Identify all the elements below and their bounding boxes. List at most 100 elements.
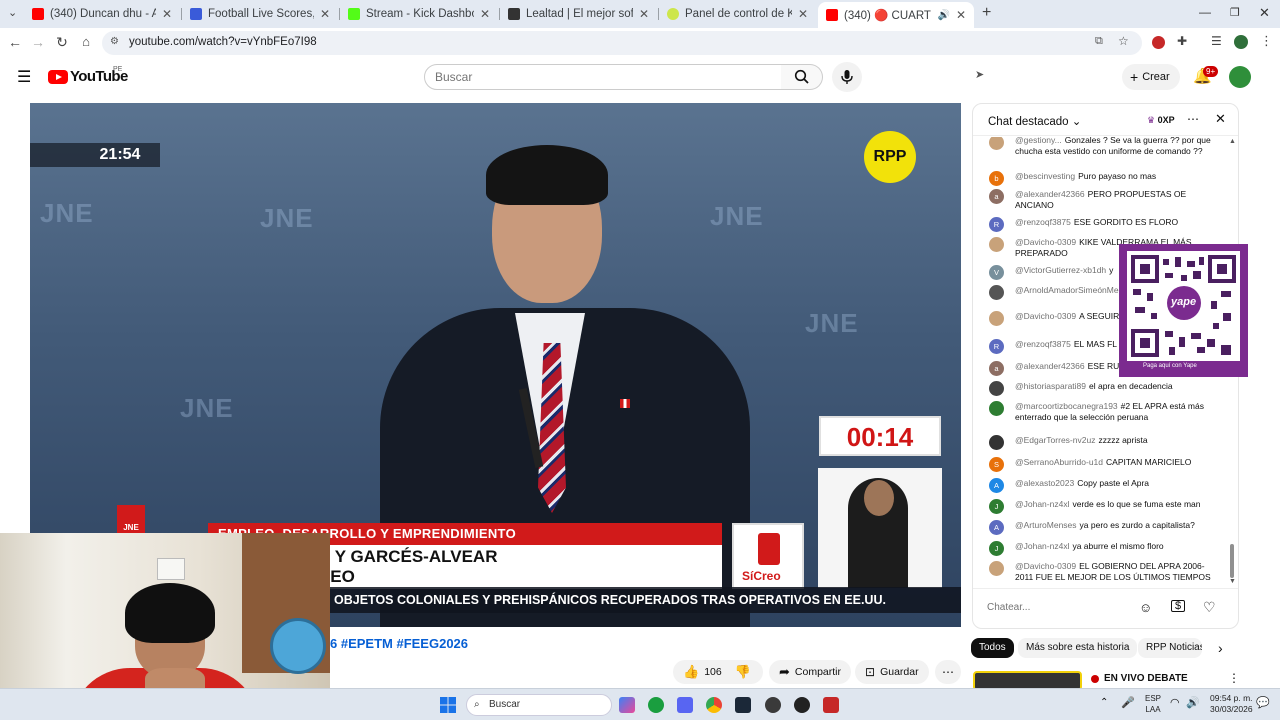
chrome-icon[interactable] bbox=[706, 697, 722, 713]
discord-icon[interactable] bbox=[677, 697, 693, 713]
chat-avatar[interactable] bbox=[989, 381, 1004, 396]
like-icon[interactable]: 👍 bbox=[683, 664, 699, 680]
browser-tab-1[interactable]: (340) Duncan dhu - A tientas (Li ✕ bbox=[24, 3, 180, 25]
chat-author[interactable]: @Johan-nz4xl bbox=[1015, 541, 1069, 551]
close-tab-icon[interactable]: ✕ bbox=[320, 7, 330, 21]
chat-author[interactable]: @renzoqf3875 bbox=[1015, 339, 1071, 349]
red-app-icon[interactable] bbox=[823, 697, 839, 713]
install-app-icon[interactable]: ⧉ bbox=[1095, 35, 1103, 48]
dislike-icon[interactable]: 👎 bbox=[735, 664, 751, 680]
forward-icon[interactable]: → bbox=[29, 34, 47, 50]
recommended-title[interactable]: EN VIVO DEBATE bbox=[1104, 673, 1188, 684]
chat-more-icon[interactable]: ⋯ bbox=[1187, 112, 1199, 126]
chat-avatar[interactable]: V bbox=[989, 265, 1004, 280]
speaker-icon[interactable]: 🔊 bbox=[937, 10, 949, 21]
hamburger-menu-icon[interactable]: ☰ bbox=[17, 67, 31, 87]
chat-avatar[interactable]: J bbox=[989, 499, 1004, 514]
close-window-icon[interactable]: ✕ bbox=[1259, 5, 1270, 21]
tray-expand-icon[interactable]: ⌃ bbox=[1100, 697, 1108, 708]
browser-menu-icon[interactable]: ⋮ bbox=[1260, 33, 1273, 49]
chat-author[interactable]: @renzoqf3875 bbox=[1015, 217, 1071, 227]
extensions-puzzle-icon[interactable]: ✚ bbox=[1177, 34, 1187, 48]
voice-search-button[interactable] bbox=[832, 62, 862, 92]
reload-icon[interactable]: ↻ bbox=[53, 34, 71, 51]
chip-rpp[interactable]: RPP Noticias bbox=[1138, 638, 1202, 658]
chat-avatar[interactable]: S bbox=[989, 457, 1004, 472]
chat-avatar[interactable] bbox=[989, 401, 1004, 416]
save-button[interactable]: ⊡ Guardar bbox=[855, 660, 929, 684]
windows-start-icon[interactable] bbox=[440, 697, 456, 713]
chat-author[interactable]: @EdgarTorres-nv2uz bbox=[1015, 435, 1095, 445]
chat-avatar[interactable] bbox=[989, 435, 1004, 450]
chat-scrollbar[interactable] bbox=[1230, 544, 1234, 578]
more-actions-button[interactable]: ⋯ bbox=[935, 660, 961, 684]
browser-tab-6-active[interactable]: (340) 🔴 CUARTO DÍA DEL 🔊 ✕ bbox=[818, 2, 974, 28]
youtube-logo-icon[interactable] bbox=[48, 70, 68, 84]
chat-author[interactable]: @historiasparati89 bbox=[1015, 381, 1086, 391]
close-tab-icon[interactable]: ✕ bbox=[798, 7, 808, 21]
volume-icon[interactable]: 🔊 bbox=[1186, 696, 1200, 709]
steam-icon[interactable] bbox=[735, 697, 751, 713]
notification-center-icon[interactable]: 💬 bbox=[1256, 696, 1270, 709]
chat-author[interactable]: @alexander42366 bbox=[1015, 189, 1085, 199]
search-button[interactable] bbox=[781, 64, 823, 90]
super-chat-icon[interactable]: $ bbox=[1171, 600, 1185, 612]
chat-author[interactable]: @Davicho-0309 bbox=[1015, 311, 1076, 321]
browser-tab-2[interactable]: Football Live Scores, Fixtures & ✕ bbox=[182, 3, 338, 25]
recommended-more-icon[interactable]: ⋮ bbox=[1228, 671, 1240, 685]
chat-avatar[interactable]: b bbox=[989, 171, 1004, 186]
close-tab-icon[interactable]: ✕ bbox=[162, 7, 172, 21]
restore-window-icon[interactable]: ❐ bbox=[1230, 6, 1240, 19]
chat-author[interactable]: @ArnoldAmadorSimeónMe bbox=[1015, 285, 1119, 295]
chat-author[interactable]: @gestiony... bbox=[1015, 137, 1062, 145]
chat-avatar[interactable] bbox=[989, 137, 1004, 150]
chat-avatar[interactable] bbox=[989, 237, 1004, 252]
browser-tab-4[interactable]: Lealtad | El mejor software para ✕ bbox=[500, 3, 657, 25]
browser-tab-5[interactable]: Panel de control de KickBot ✕ bbox=[659, 3, 816, 25]
profile-avatar-icon[interactable] bbox=[1234, 35, 1248, 49]
xbox-icon[interactable] bbox=[648, 697, 664, 713]
chat-input[interactable]: Chatear... bbox=[987, 598, 1131, 618]
address-bar[interactable]: ⚙ youtube.com/watch?v=vYnbFEo7I98 ⧉ ☆ bbox=[102, 31, 1142, 55]
chat-avatar[interactable]: a bbox=[989, 189, 1004, 204]
xp-badge[interactable]: ♛ 0XP bbox=[1147, 115, 1175, 126]
extension-red-icon[interactable] bbox=[1152, 36, 1165, 49]
emoji-icon[interactable]: ☺ bbox=[1139, 600, 1152, 615]
tab-list-chevron-icon[interactable]: ⌄ bbox=[8, 6, 17, 19]
create-button[interactable]: + Crear bbox=[1122, 64, 1180, 90]
bookmark-star-icon[interactable]: ☆ bbox=[1118, 34, 1129, 48]
account-avatar[interactable] bbox=[1229, 66, 1251, 88]
chat-mode-dropdown[interactable]: Chat destacado ⌄ bbox=[988, 114, 1081, 128]
chat-avatar[interactable] bbox=[989, 561, 1004, 576]
system-clock[interactable]: 09:54 p. m. 30/03/2026 bbox=[1210, 693, 1253, 715]
chat-avatar[interactable]: a bbox=[989, 361, 1004, 376]
scroll-down-arrow-icon[interactable]: ▼ bbox=[1229, 578, 1236, 585]
close-tab-icon[interactable]: ✕ bbox=[639, 7, 649, 21]
tray-app-icon[interactable]: 🎤 bbox=[1121, 696, 1135, 709]
home-icon[interactable]: ⌂ bbox=[77, 34, 95, 49]
close-tab-icon[interactable]: ✕ bbox=[480, 7, 490, 21]
chat-avatar[interactable]: R bbox=[989, 217, 1004, 232]
chips-next-icon[interactable]: › bbox=[1218, 640, 1223, 656]
chat-author[interactable]: @Johan-nz4xl bbox=[1015, 499, 1069, 509]
close-tab-icon[interactable]: ✕ bbox=[956, 8, 966, 22]
reading-list-icon[interactable]: ☰ bbox=[1211, 34, 1222, 48]
chat-avatar[interactable]: A bbox=[989, 520, 1004, 535]
taskbar-search[interactable]: ⌕ Buscar bbox=[466, 694, 612, 716]
chat-author[interactable]: @bescinvesting bbox=[1015, 171, 1075, 181]
obs-icon[interactable] bbox=[794, 697, 810, 713]
chat-author[interactable]: @VictorGutierrez-xb1dh bbox=[1015, 265, 1106, 275]
close-chat-icon[interactable]: ✕ bbox=[1215, 111, 1226, 127]
chat-author[interactable]: @SerranoAburrido-u1d bbox=[1015, 457, 1103, 467]
video-title-hashtags[interactable]: 6 #EPETM #FEEG2026 bbox=[330, 636, 468, 651]
minimize-window-icon[interactable]: — bbox=[1199, 5, 1211, 19]
chat-author[interactable]: @alexander42366 bbox=[1015, 361, 1085, 371]
chat-author[interactable]: @Davicho-0309 bbox=[1015, 237, 1076, 247]
scroll-up-arrow-icon[interactable]: ▲ bbox=[1229, 138, 1236, 145]
app-icon[interactable] bbox=[765, 697, 781, 713]
new-tab-button[interactable]: + bbox=[982, 4, 991, 22]
wifi-icon[interactable]: ◠ bbox=[1170, 696, 1180, 709]
chat-avatar[interactable] bbox=[989, 285, 1004, 300]
chat-author[interactable]: @marcoortizbocanegra193 bbox=[1015, 401, 1118, 411]
url-text[interactable]: youtube.com/watch?v=vYnbFEo7I98 bbox=[129, 36, 317, 48]
